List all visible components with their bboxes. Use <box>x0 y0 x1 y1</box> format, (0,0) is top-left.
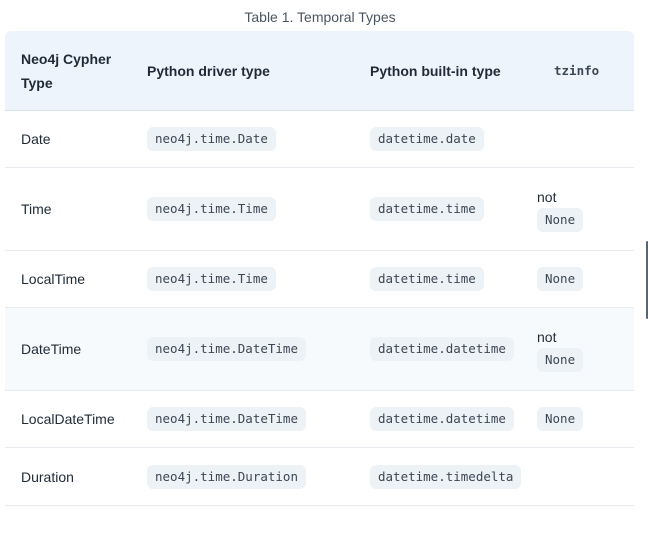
cypher-type-cell: LocalTime <box>21 271 86 287</box>
driver-type-code: neo4j.time.Time <box>147 197 276 221</box>
header-cypher-type: Neo4j Cypher Type <box>21 50 112 91</box>
tzinfo-code: None <box>537 267 584 291</box>
builtin-type-cell: datetime.time <box>353 197 537 221</box>
driver-type-code: neo4j.time.DateTime <box>147 407 306 431</box>
tzinfo-prefix: not <box>537 329 557 345</box>
cypher-type-cell: DateTime <box>21 341 82 357</box>
tzinfo-cell: None <box>537 267 634 291</box>
builtin-type-code: datetime.datetime <box>370 407 514 431</box>
header-tzinfo-code: tzinfo <box>554 63 600 78</box>
table-row: LocalTime neo4j.time.Time datetime.time … <box>5 251 634 308</box>
tzinfo-code: None <box>537 348 584 372</box>
driver-type-cell: neo4j.time.Duration <box>131 464 353 489</box>
cypher-type-cell: LocalDateTime <box>21 411 115 427</box>
builtin-type-cell: datetime.datetime <box>353 407 537 431</box>
table-row: Duration neo4j.time.Duration datetime.ti… <box>5 448 634 506</box>
builtin-type-cell: datetime.timedelta <box>353 464 537 489</box>
page: Table 1. Temporal Types Neo4j Cypher Typ… <box>0 0 648 548</box>
driver-type-cell: neo4j.time.Date <box>131 127 353 151</box>
tzinfo-cell: not None <box>537 186 634 232</box>
builtin-type-code: datetime.time <box>370 267 484 291</box>
tzinfo-code: None <box>537 208 584 232</box>
table-row: LocalDateTime neo4j.time.DateTime dateti… <box>5 391 634 448</box>
driver-type-cell: neo4j.time.Time <box>131 267 353 291</box>
cypher-type-cell: Time <box>21 201 52 217</box>
builtin-type-cell: datetime.time <box>353 267 537 291</box>
driver-type-code: neo4j.time.DateTime <box>147 337 306 361</box>
builtin-type-code: datetime.datetime <box>370 337 514 361</box>
driver-type-code: neo4j.time.Time <box>147 267 276 291</box>
tzinfo-prefix: not <box>537 189 557 205</box>
builtin-type-code: datetime.timedelta <box>370 464 522 489</box>
table-header-row: Neo4j Cypher Type Python driver type Pyt… <box>5 31 634 111</box>
table-row: Time neo4j.time.Time datetime.time not N… <box>5 168 634 251</box>
builtin-type-cell: datetime.datetime <box>353 337 537 361</box>
cypher-type-cell: Duration <box>21 468 74 485</box>
table-row: Date neo4j.time.Date datetime.date <box>5 111 634 168</box>
tzinfo-code: None <box>537 407 584 431</box>
table-row: DateTime neo4j.time.DateTime datetime.da… <box>5 308 634 391</box>
driver-type-cell: neo4j.time.DateTime <box>131 337 353 361</box>
header-driver-type: Python driver type <box>147 62 270 79</box>
header-tzinfo: tzinfo <box>537 58 634 83</box>
table-caption: Table 1. Temporal Types <box>244 9 396 25</box>
tzinfo-cell: None <box>537 407 634 431</box>
driver-type-code: neo4j.time.Duration <box>147 464 306 489</box>
header-builtin-type: Python built-in type <box>370 62 501 79</box>
tzinfo-cell: not None <box>537 326 634 372</box>
builtin-type-cell: datetime.date <box>353 127 537 151</box>
builtin-type-code: datetime.time <box>370 197 484 221</box>
driver-type-code: neo4j.time.Date <box>147 127 276 151</box>
builtin-type-code: datetime.date <box>370 127 484 151</box>
cypher-type-cell: Date <box>21 131 51 147</box>
driver-type-cell: neo4j.time.DateTime <box>131 407 353 431</box>
temporal-types-table: Neo4j Cypher Type Python driver type Pyt… <box>5 31 634 506</box>
driver-type-cell: neo4j.time.Time <box>131 197 353 221</box>
